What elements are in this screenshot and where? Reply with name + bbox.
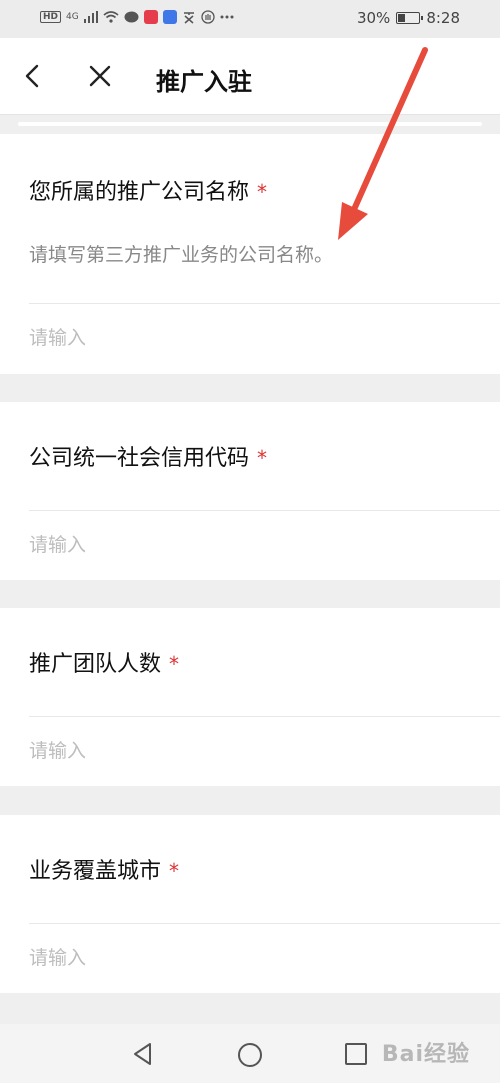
required-mark: * <box>257 446 268 470</box>
status-left-icons: HD 4G <box>40 10 234 24</box>
triangle-back-icon[interactable] <box>132 1042 154 1066</box>
field-label: 您所属的推广公司名称 * <box>29 174 267 206</box>
field-label: 推广团队人数 * <box>29 646 179 678</box>
more-icon <box>220 15 234 19</box>
required-mark: * <box>169 859 180 883</box>
close-icon[interactable] <box>88 64 112 88</box>
field-label-text: 您所属的推广公司名称 <box>29 180 250 205</box>
status-time: 8:28 <box>426 9 460 27</box>
divider <box>29 923 500 924</box>
square-recent-icon[interactable] <box>345 1043 367 1065</box>
battery-icon <box>396 12 424 24</box>
signal-icon <box>83 11 98 23</box>
app-red-icon <box>143 10 158 24</box>
circle-home-icon[interactable] <box>238 1043 262 1067</box>
wifi-icon <box>103 11 119 23</box>
team-size-input[interactable] <box>29 733 469 769</box>
company-name-input[interactable] <box>29 320 469 356</box>
field-team-size: 推广团队人数 * <box>0 608 500 786</box>
required-mark: * <box>169 652 180 676</box>
required-mark: * <box>257 180 268 204</box>
field-company-name: 您所属的推广公司名称 * 请填写第三方推广业务的公司名称。 <box>0 134 500 374</box>
hand-icon <box>201 10 215 24</box>
field-coverage-cities: 业务覆盖城市 * <box>0 815 500 993</box>
app-blue-icon <box>162 10 177 24</box>
field-label-text: 公司统一社会信用代码 <box>29 446 250 471</box>
hd-badge: HD <box>40 11 62 23</box>
text-icon <box>183 12 194 24</box>
coverage-cities-input[interactable] <box>29 940 469 976</box>
divider <box>29 510 500 511</box>
field-label-text: 推广团队人数 <box>29 652 162 677</box>
field-label: 公司统一社会信用代码 * <box>29 440 267 472</box>
network-badge: 4G <box>66 12 79 22</box>
progress-track <box>18 122 482 126</box>
field-credit-code: 公司统一社会信用代码 * <box>0 402 500 580</box>
page-title: 推广入驻 <box>156 68 252 96</box>
battery-percent: 30% <box>356 9 391 27</box>
divider <box>29 303 500 304</box>
status-right: 30% 8:28 <box>357 9 460 27</box>
field-description: 请填写第三方推广业务的公司名称。 <box>29 244 334 266</box>
field-label-text: 业务覆盖城市 <box>29 859 162 884</box>
watermark: Bai经验 <box>381 1042 470 1067</box>
status-bar: HD 4G 30% 8:28 <box>0 0 500 38</box>
nav-bar: 推广入驻 <box>0 38 500 115</box>
credit-code-input[interactable] <box>29 527 469 563</box>
field-label: 业务覆盖城市 * <box>29 853 179 885</box>
chevron-left-icon[interactable] <box>22 62 44 90</box>
system-nav-bar: Bai经验 <box>0 1024 500 1083</box>
chat-icon <box>124 11 139 22</box>
divider <box>29 716 500 717</box>
